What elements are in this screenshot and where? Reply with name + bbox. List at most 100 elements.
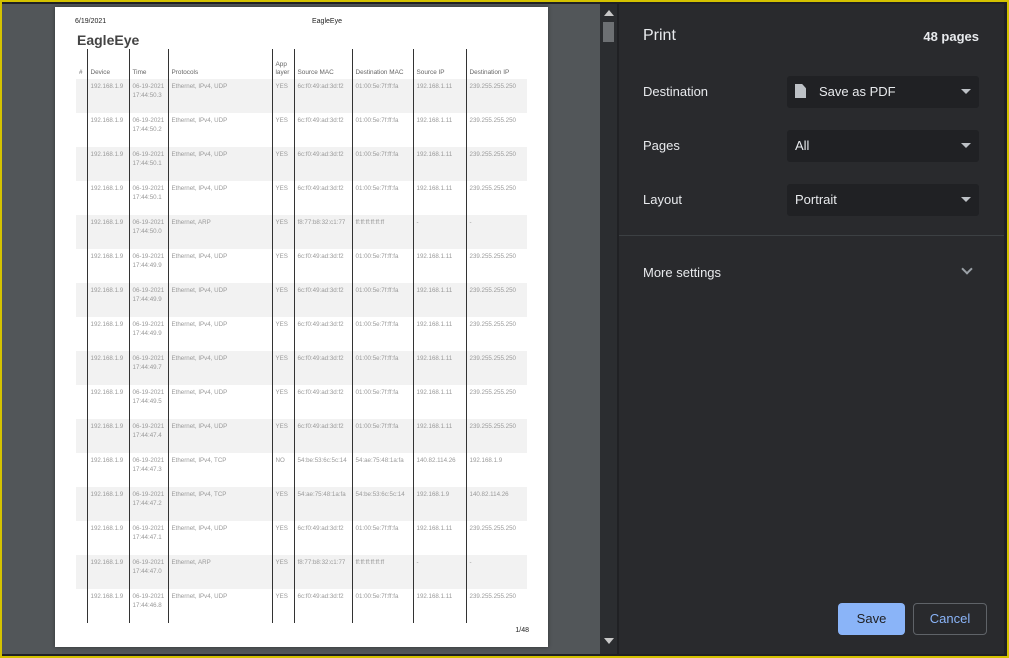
table-cell: 06-19-2021 17:44:50.1 bbox=[128, 181, 168, 215]
page-header-title: EagleEye bbox=[312, 18, 342, 25]
more-settings-toggle[interactable]: More settings bbox=[643, 265, 721, 280]
table-cell: 192.168.1.9 bbox=[86, 147, 129, 181]
table-cell: 1 bbox=[76, 79, 87, 113]
pages-select[interactable]: All bbox=[787, 130, 979, 162]
table-cell: YES bbox=[271, 589, 294, 623]
table-cell: 15 bbox=[76, 555, 87, 589]
table-cell: 01:00:5e:7f:ff:fa bbox=[351, 419, 413, 453]
destination-select[interactable]: Save as PDF bbox=[787, 76, 979, 108]
table-cell: 192.168.1.9 bbox=[86, 385, 129, 419]
table-cell: 192.168.1.11 bbox=[412, 283, 466, 317]
table-cell: 140.82.114.26 bbox=[412, 453, 466, 487]
pages-value: All bbox=[795, 138, 810, 153]
table-cell: 239.255.255.250 bbox=[465, 113, 527, 147]
table-cell: NO bbox=[271, 453, 294, 487]
table-cell: 6c:f0:49:ad:3d:f2 bbox=[293, 181, 352, 215]
pages-label: Pages bbox=[643, 138, 680, 153]
table-cell: 192.168.1.11 bbox=[412, 521, 466, 555]
table-cell: YES bbox=[271, 147, 294, 181]
table-cell: Ethernet, IPv4, UDP bbox=[167, 589, 272, 623]
table-cell: 14 bbox=[76, 521, 87, 555]
table-cell: YES bbox=[271, 385, 294, 419]
table-cell: 01:00:5e:7f:ff:fa bbox=[351, 521, 413, 555]
dialog-title: Print bbox=[643, 27, 676, 44]
table-cell: 6 bbox=[76, 249, 87, 283]
table-cell: 192.168.1.9 bbox=[86, 589, 129, 623]
table-cell: Ethernet, IPv4, UDP bbox=[167, 521, 272, 555]
table-cell: 192.168.1.9 bbox=[86, 555, 129, 589]
column-header: Time bbox=[128, 49, 168, 79]
table-cell: 8 bbox=[76, 317, 87, 351]
table-cell: f8:77:b8:32:c1:77 bbox=[293, 215, 352, 249]
table-cell: 6c:f0:49:ad:3d:f2 bbox=[293, 249, 352, 283]
preview-scrollbar[interactable] bbox=[600, 4, 617, 654]
table-cell: 06-19-2021 17:44:49.9 bbox=[128, 249, 168, 283]
table-cell: 192.168.1.9 bbox=[86, 215, 129, 249]
scrollbar-thumb[interactable] bbox=[603, 22, 614, 42]
table-cell: 6c:f0:49:ad:3d:f2 bbox=[293, 113, 352, 147]
table-cell: 192.168.1.11 bbox=[412, 419, 466, 453]
table-cell: 06-19-2021 17:44:50.2 bbox=[128, 113, 168, 147]
table-cell: 11 bbox=[76, 419, 87, 453]
preview-page: 6/19/2021 EagleEye EagleEye # Device Time P… bbox=[55, 7, 548, 647]
print-preview[interactable]: 6/19/2021 EagleEye EagleEye # Device Time P… bbox=[2, 4, 617, 654]
cancel-button[interactable]: Cancel bbox=[913, 603, 987, 635]
table-cell: YES bbox=[271, 555, 294, 589]
column-header: Destination IP bbox=[465, 49, 527, 79]
table-cell: 239.255.255.250 bbox=[465, 181, 527, 215]
table-row: 11192.168.1.906-19-2021 17:44:47.4Ethern… bbox=[76, 419, 527, 453]
table-header-row: # Device Time Protocols App layer Source MAC D… bbox=[76, 49, 527, 79]
table-cell: 01:00:5e:7f:ff:fa bbox=[351, 589, 413, 623]
table-cell: 54:be:53:6c:5c:14 bbox=[293, 453, 352, 487]
scroll-up-arrow-icon[interactable] bbox=[604, 10, 614, 16]
table-cell: 10 bbox=[76, 385, 87, 419]
table-cell: 239.255.255.250 bbox=[465, 249, 527, 283]
table-cell: 192.168.1.9 bbox=[86, 79, 129, 113]
table-cell: 192.168.1.9 bbox=[86, 419, 129, 453]
table-cell: 192.168.1.9 bbox=[86, 113, 129, 147]
scroll-down-arrow-icon[interactable] bbox=[604, 638, 614, 644]
table-row: 3192.168.1.906-19-2021 17:44:50.1Etherne… bbox=[76, 147, 527, 181]
table-cell: YES bbox=[271, 79, 294, 113]
page-count: 48 pages bbox=[923, 29, 979, 44]
divider bbox=[619, 235, 1004, 236]
table-cell: 192.168.1.9 bbox=[86, 181, 129, 215]
table-cell: Ethernet, IPv4, UDP bbox=[167, 385, 272, 419]
table-cell: 01:00:5e:7f:ff:fa bbox=[351, 147, 413, 181]
table-row: 15192.168.1.906-19-2021 17:44:47.0Ethern… bbox=[76, 555, 527, 589]
table-cell: 6c:f0:49:ad:3d:f2 bbox=[293, 79, 352, 113]
table-cell: 01:00:5e:7f:ff:fa bbox=[351, 283, 413, 317]
table-cell: Ethernet, IPv4, UDP bbox=[167, 317, 272, 351]
chevron-down-icon[interactable] bbox=[961, 263, 973, 275]
table-cell: YES bbox=[271, 317, 294, 351]
table-cell: 140.82.114.26 bbox=[465, 487, 527, 521]
table-row: 14192.168.1.906-19-2021 17:44:47.1Ethern… bbox=[76, 521, 527, 555]
table-cell: 6c:f0:49:ad:3d:f2 bbox=[293, 521, 352, 555]
table-cell: 06-19-2021 17:44:47.2 bbox=[128, 487, 168, 521]
table-cell: YES bbox=[271, 521, 294, 555]
table-cell: Ethernet, IPv4, UDP bbox=[167, 147, 272, 181]
table-cell: 192.168.1.11 bbox=[412, 181, 466, 215]
table-cell: 13 bbox=[76, 487, 87, 521]
save-button[interactable]: Save bbox=[838, 603, 905, 635]
report-table: # Device Time Protocols App layer Source MAC D… bbox=[76, 49, 527, 623]
table-cell: 06-19-2021 17:44:49.7 bbox=[128, 351, 168, 385]
table-row: 6192.168.1.906-19-2021 17:44:49.9Etherne… bbox=[76, 249, 527, 283]
column-header: # bbox=[79, 69, 83, 76]
table-row: 8192.168.1.906-19-2021 17:44:49.9Etherne… bbox=[76, 317, 527, 351]
layout-select[interactable]: Portrait bbox=[787, 184, 979, 216]
table-cell: Ethernet, IPv4, UDP bbox=[167, 351, 272, 385]
table-cell: Ethernet, IPv4, UDP bbox=[167, 113, 272, 147]
table-cell: 54:ae:75:48:1a:fa bbox=[351, 453, 413, 487]
table-cell: YES bbox=[271, 487, 294, 521]
table-cell: 192.168.1.9 bbox=[86, 317, 129, 351]
table-cell: 06-19-2021 17:44:50.0 bbox=[128, 215, 168, 249]
table-cell: 2 bbox=[76, 113, 87, 147]
table-cell: 239.255.255.250 bbox=[465, 79, 527, 113]
table-row: 9192.168.1.906-19-2021 17:44:49.7Etherne… bbox=[76, 351, 527, 385]
table-row: 13192.168.1.906-19-2021 17:44:47.2Ethern… bbox=[76, 487, 527, 521]
table-cell: f8:77:b8:32:c1:77 bbox=[293, 555, 352, 589]
table-cell: 192.168.1.9 bbox=[465, 453, 527, 487]
table-cell: 239.255.255.250 bbox=[465, 521, 527, 555]
table-cell: YES bbox=[271, 351, 294, 385]
